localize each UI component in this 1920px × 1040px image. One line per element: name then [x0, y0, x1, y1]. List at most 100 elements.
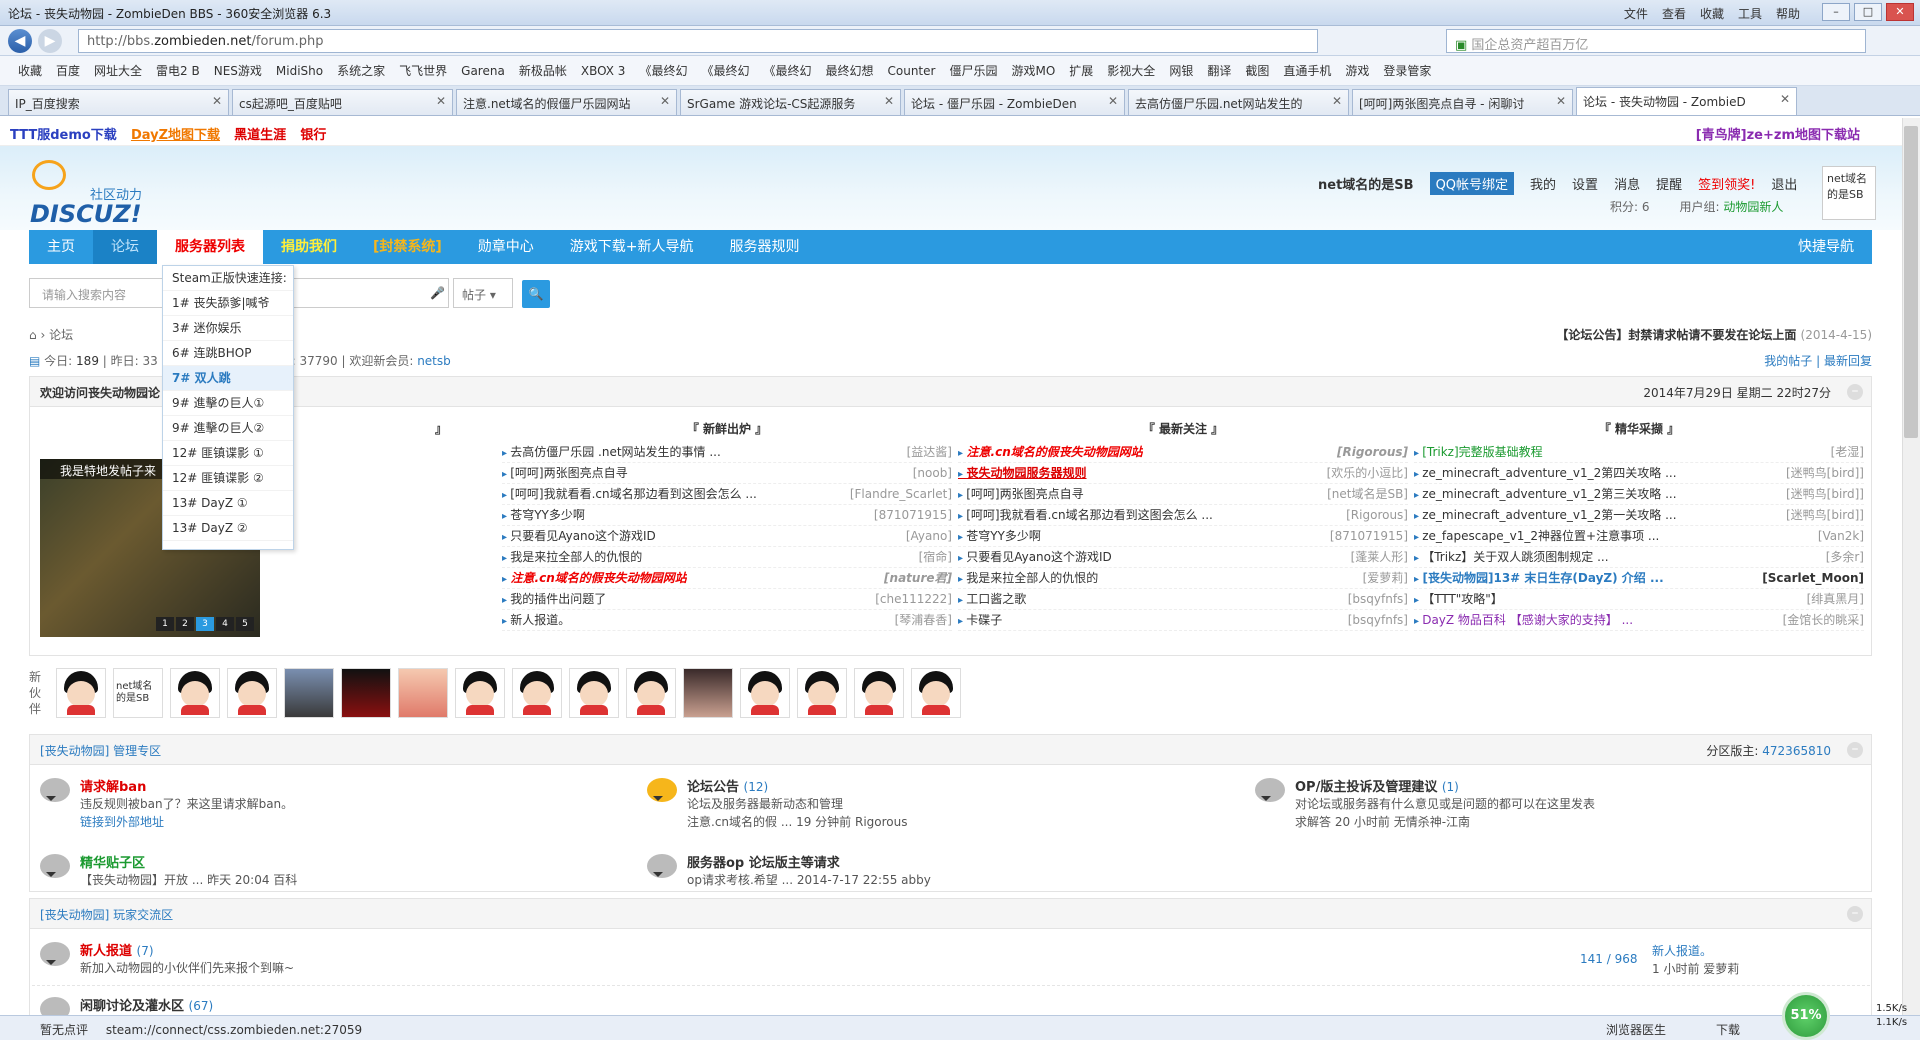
bookmark-item[interactable]: 网银 — [1169, 62, 1193, 79]
newest-member-link[interactable]: netsb — [417, 354, 451, 368]
server-item[interactable]: 9# 進擊の巨人② — [163, 416, 293, 441]
nav-downloads[interactable]: 游戏下载+新人导航 — [552, 230, 712, 264]
member-avatar[interactable] — [341, 668, 391, 718]
list-item[interactable]: ze_minecraft_adventure_v1_2第一关攻略 ...[迷鸭鸟… — [1414, 505, 1864, 526]
notice-link[interactable]: 银行 — [300, 128, 326, 143]
bookmark-item[interactable]: NES游戏 — [214, 62, 262, 79]
member-avatar[interactable] — [854, 668, 904, 718]
notice-right-link[interactable]: [青鸟牌]ze+zm地图下载站 — [1696, 124, 1860, 143]
list-item[interactable]: [丧失动物园]13# 末日生存(DayZ) 介绍 ...[Scarlet_Moo… — [1414, 568, 1864, 589]
member-avatar[interactable] — [170, 668, 220, 718]
nav-forum[interactable]: 论坛 — [93, 230, 157, 264]
nav-medals[interactable]: 勋章中心 — [460, 230, 552, 264]
bookmark-item[interactable]: 新极品帐 — [519, 62, 567, 79]
last-post-link[interactable]: op请求考核.希望 ... 2014-7-17 22:55 abby — [687, 871, 931, 889]
qq-bind-button[interactable]: QQ帐号绑定 — [1429, 172, 1515, 195]
slide-page[interactable]: 3 — [196, 617, 214, 631]
server-item[interactable]: 6# 连跳BHOP — [163, 341, 293, 366]
last-post-link[interactable]: 注意.cn域名的假 ... 19 分钟前 Rigorous — [687, 813, 908, 831]
list-item[interactable]: 【Trikz】关于双人跳须图制规定 ...[多余r] — [1414, 547, 1864, 568]
breadcrumb-item[interactable]: 论坛 — [49, 328, 73, 342]
list-item[interactable]: 卡碟子[bsqyfnfs] — [958, 610, 1408, 631]
bookmark-item[interactable]: 游戏MO — [1011, 62, 1055, 79]
bookmark-item[interactable]: 《最终幻 — [763, 62, 811, 79]
comment-status[interactable]: 暂无点评 — [40, 1023, 88, 1037]
download-button[interactable]: 下载 — [1716, 1021, 1740, 1038]
browser-tab[interactable]: 去高仿僵尸乐园.net网站发生的 ✕ — [1128, 89, 1349, 115]
menu-favorites[interactable]: 收藏 — [1700, 5, 1724, 22]
bookmark-item[interactable]: 登录管家 — [1383, 62, 1431, 79]
notice-link[interactable]: DayZ地图下载 — [131, 128, 220, 143]
nav-quick[interactable]: 快捷导航 — [1780, 230, 1872, 264]
server-item[interactable]: 9# 進擊の巨人① — [163, 391, 293, 416]
list-item[interactable]: 我是来拉全部人的仇恨的[宿命] — [502, 547, 952, 568]
list-item[interactable]: ze_fapescape_v1_2神器位置+注意事项 ...[Van2k] — [1414, 526, 1864, 547]
member-avatar[interactable] — [740, 668, 790, 718]
last-post-link[interactable]: 新人报道。 — [1652, 942, 1739, 960]
home-icon[interactable]: ⌂ — [29, 328, 37, 342]
checkin-link[interactable]: 签到领奖! — [1698, 174, 1755, 193]
browser-tab[interactable]: 论坛 - 僵尸乐园 - ZombieDen ✕ — [904, 89, 1125, 115]
bookmark-item[interactable]: 翻译 — [1207, 62, 1231, 79]
minimize-button[interactable]: – — [1822, 3, 1850, 21]
forum-name[interactable]: 闲聊讨论及灌水区 — [80, 999, 184, 1014]
latest-replies-link[interactable]: 最新回复 — [1824, 354, 1872, 368]
slide-page[interactable]: 2 — [176, 617, 194, 631]
list-item[interactable]: ze_minecraft_adventure_v1_2第三关攻略 ...[迷鸭鸟… — [1414, 484, 1864, 505]
section-title[interactable]: [丧失动物园] 管理专区 — [40, 744, 161, 758]
close-window-button[interactable]: ✕ — [1886, 3, 1914, 21]
list-item[interactable]: 丧失动物园服务器规则[欢乐的小逗比] — [958, 463, 1408, 484]
browser-tab[interactable]: cs起源吧_百度贴吧 ✕ — [232, 89, 453, 115]
notice-link[interactable]: TTT服demo下载 — [10, 128, 117, 143]
member-avatar[interactable] — [683, 668, 733, 718]
server-item[interactable]: 1# 丧失舔爹|喊爷 — [163, 291, 293, 316]
slide-page[interactable]: 4 — [216, 617, 234, 631]
bookmark-item[interactable]: 飞飞世界 — [399, 62, 447, 79]
slide-page[interactable]: 5 — [236, 617, 254, 631]
member-avatar[interactable] — [227, 668, 277, 718]
search-type-select[interactable]: 帖子 ▾ — [453, 278, 513, 308]
close-tab-icon[interactable]: ✕ — [212, 94, 222, 108]
my-posts-link[interactable]: 我的帖子 — [1764, 354, 1812, 368]
member-avatar[interactable] — [512, 668, 562, 718]
server-item[interactable]: 12# 匪镇谍影 ① — [163, 441, 293, 466]
list-item[interactable]: 我是来拉全部人的仇恨的[爱萝莉] — [958, 568, 1408, 589]
memory-gauge[interactable]: 51% — [1782, 992, 1830, 1040]
list-item[interactable]: 苍穹YY多少啊[871071915] — [502, 505, 952, 526]
browser-tab[interactable]: IP_百度搜索 ✕ — [8, 89, 229, 115]
list-item[interactable]: 工口酱之歌[bsqyfnfs] — [958, 589, 1408, 610]
bookmark-item[interactable]: 《最终幻 — [639, 62, 687, 79]
nav-home[interactable]: 主页 — [29, 230, 93, 264]
close-tab-icon[interactable]: ✕ — [1108, 94, 1118, 108]
browser-tab[interactable]: [呵呵]两张图亮点自寻 - 闲聊讨 ✕ — [1352, 89, 1573, 115]
bookmark-item[interactable]: 网址大全 — [94, 62, 142, 79]
search-button[interactable]: 🔍 — [522, 280, 550, 308]
close-tab-icon[interactable]: ✕ — [1332, 94, 1342, 108]
member-avatar[interactable] — [911, 668, 961, 718]
browser-tab[interactable]: SrGame 游戏论坛-CS起源服务 ✕ — [680, 89, 901, 115]
bookmark-item[interactable]: 百度 — [56, 62, 80, 79]
list-item[interactable]: [呵呵]两张图亮点自寻[net域名是SB] — [958, 484, 1408, 505]
bookmark-item[interactable]: MidiSho — [276, 64, 323, 78]
announcement[interactable]: 【论坛公告】封禁请求帖请不要发在论坛上面 (2014-4-15) — [1556, 326, 1872, 343]
member-avatar[interactable] — [455, 668, 505, 718]
list-item[interactable]: 只要看见Ayano这个游戏ID[蓬莱人形] — [958, 547, 1408, 568]
nav-ban-system[interactable]: [封禁系统] — [355, 230, 460, 264]
slide-page[interactable]: 1 — [156, 617, 174, 631]
close-tab-icon[interactable]: ✕ — [884, 94, 894, 108]
user-group[interactable]: 动物园新人 — [1723, 200, 1783, 214]
browser-tab[interactable]: 注意.net域名的假僵尸乐园网站 ✕ — [456, 89, 677, 115]
browser-doctor-button[interactable]: 浏览器医生 — [1606, 1021, 1666, 1038]
nav-server-rules[interactable]: 服务器规则 — [712, 230, 818, 264]
bookmark-item[interactable]: 雷电2 B — [156, 62, 200, 79]
list-item[interactable]: 只要看见Ayano这个游戏ID[Ayano] — [502, 526, 952, 547]
forum-name[interactable]: 精华贴子区 — [80, 852, 297, 871]
list-item[interactable]: [Trikz]完整版基础教程[老湿] — [1414, 442, 1864, 463]
maximize-button[interactable]: □ — [1854, 3, 1882, 21]
back-button[interactable]: ◀ — [8, 29, 32, 53]
menu-help[interactable]: 帮助 — [1776, 5, 1800, 22]
bookmark-item[interactable]: 僵尸乐园 — [949, 62, 997, 79]
list-item[interactable]: [呵呵]我就看看.cn域名那边看到这图会怎么 ...[Rigorous] — [958, 505, 1408, 526]
forum-name[interactable]: 论坛公告 — [687, 780, 739, 795]
bookmark-item[interactable]: Garena — [461, 64, 505, 78]
